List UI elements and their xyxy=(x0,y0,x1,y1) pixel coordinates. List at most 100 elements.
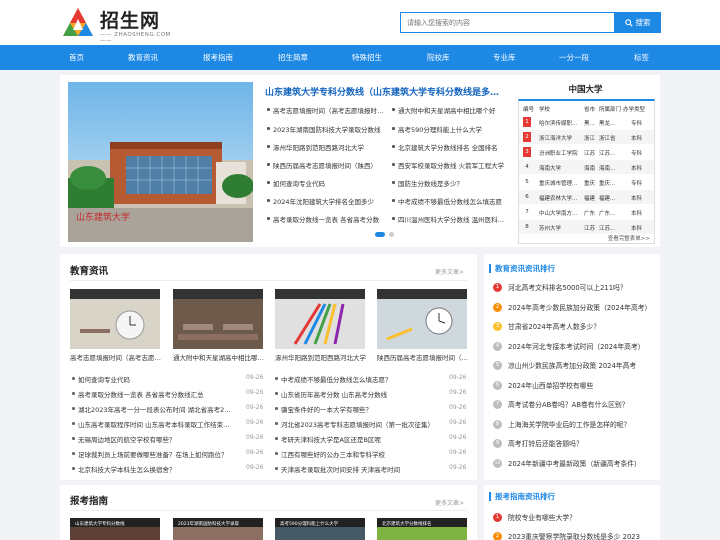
rank-item[interactable]: 高考打铃后还能答题吗？ xyxy=(508,438,666,448)
article-thumbnail[interactable] xyxy=(275,289,365,349)
rank-item[interactable]: 2024年高考少数民族加分政策（2024年高考） xyxy=(508,302,666,312)
hero-image[interactable]: 山东建筑大学 xyxy=(68,82,253,242)
carousel-dot[interactable] xyxy=(389,232,394,237)
news-date: 09-26 xyxy=(449,464,467,471)
rank-badge: 7 xyxy=(525,209,529,215)
col-header: 办学类型 xyxy=(623,107,646,113)
nav-home[interactable]: 首页 xyxy=(69,45,84,70)
article-thumbnail[interactable] xyxy=(173,289,263,349)
clock-pencils-image xyxy=(377,289,467,349)
table-row[interactable]: 8 苏州大学 江苏 江苏... 本科 xyxy=(519,220,654,234)
news-item[interactable]: 天津高考录取批次时间安排 天津高考时间 xyxy=(274,464,444,474)
rank-item[interactable]: 甘肃省2024年高考人数多少？ xyxy=(508,321,666,331)
article-thumbnail[interactable] xyxy=(70,289,160,349)
table-row[interactable]: 4 海南大学 海南 海南... 本科 xyxy=(519,160,654,174)
hero-link[interactable]: 通大附中和天星湖高中相比哪个好 xyxy=(391,105,509,115)
thumbnail-caption[interactable]: 陕西历届高考志愿填报时间（陕西） xyxy=(377,352,469,362)
hero-link[interactable]: 2023年湖南国防科技大学录取分数线 xyxy=(266,124,384,134)
edu-more-link[interactable]: 更多文章> xyxy=(435,267,464,276)
nav-score-table[interactable]: 一分一段 xyxy=(559,45,589,70)
rank-item[interactable]: 2024年河北专接本考试时间（2024年高考） xyxy=(508,341,666,351)
hero-link[interactable]: 北京建筑大学分数线排名 全国排名 xyxy=(391,142,509,152)
rank-item[interactable]: 河北高考文科排名5000可以上211吗？ xyxy=(508,282,666,292)
rank-badge: 9 xyxy=(493,439,502,448)
rank-item[interactable]: 2024年山西单招学校有哪些 xyxy=(508,380,666,390)
news-item[interactable]: 河北省2023高考专科志愿填报时间（第一批次征集） xyxy=(274,419,444,429)
hero-headline[interactable]: 山东建筑大学专科分数线（山东建筑大学专科分数线是多少） xyxy=(265,85,505,98)
article-thumbnail[interactable]: 高考590分理科能上什么大学 xyxy=(275,518,365,540)
hero-link[interactable]: 高考录取分数线一览表 各省高考分数 xyxy=(266,214,384,224)
guide-more-link[interactable]: 更多文章> xyxy=(435,498,464,507)
table-row[interactable]: 2 浙江海洋大学 浙江 浙江省 本科 xyxy=(519,130,654,144)
hero-link[interactable]: 如何查询专业代码 xyxy=(266,178,384,188)
hero-link[interactable]: 高考590分理科能上什么大学 xyxy=(391,124,509,134)
rank-item[interactable]: 上海海关学院毕业后的工作是怎样的呢？ xyxy=(508,419,666,429)
edu-news-panel xyxy=(60,254,477,480)
thumb-label: 北京建筑大学分数线排名 xyxy=(382,520,432,527)
table-row[interactable]: 7 中山大学南方... 广东 广东... 本科 xyxy=(519,205,654,219)
news-item[interactable]: 山东省历年高考分数 山东高考分数线 xyxy=(274,389,444,399)
hero-link[interactable]: 四川温州医科大学分数线 温州医科大学 xyxy=(391,214,509,224)
col-header: 编号 xyxy=(523,107,535,113)
search-button[interactable]: 搜索 xyxy=(614,12,661,33)
article-thumbnail[interactable]: 2023年湖南国防科技大学录取 xyxy=(173,518,263,540)
thumbnail-caption[interactable]: 通大附中和天星湖高中相比哪个好 xyxy=(173,352,265,362)
carousel-dot-active[interactable] xyxy=(375,232,385,237)
news-item[interactable]: 足球裁判员上场前要做哪些准备？在场上如何跑位？ xyxy=(71,449,231,459)
classroom-image xyxy=(173,289,263,349)
thumbnail-caption[interactable]: 涿州华阳路到范阳西路河北大学 xyxy=(275,352,367,362)
hero-link[interactable]: 高考志愿填报时间（高考志愿填报时间） xyxy=(266,105,384,115)
nav-majors[interactable]: 专业库 xyxy=(493,45,516,70)
univ-name: 重庆城市管理... xyxy=(539,181,578,187)
univ-dept: 黑龙... xyxy=(599,121,616,127)
nav-admission[interactable]: 招生简章 xyxy=(278,45,308,70)
rank-item[interactable]: 2023重庆警察学院录取分数线是多少 2023 xyxy=(508,531,666,540)
nav-tags[interactable]: 标签 xyxy=(634,45,649,70)
table-row[interactable]: 6 福建农林大学... 福建 福建... 本科 xyxy=(519,190,654,204)
article-thumbnail[interactable]: 山东建筑大学专科分数线 xyxy=(70,518,160,540)
news-date: 09-26 xyxy=(246,434,264,441)
table-row[interactable]: 1 哈尔滨传媒职... 黑... 黑龙... 专科 xyxy=(519,115,654,129)
news-date: 09-26 xyxy=(449,419,467,426)
news-item[interactable]: 北京科技大学本科生怎么换宿舍？ xyxy=(71,464,231,474)
news-item[interactable]: 如何查询专业代码 xyxy=(71,374,231,384)
nav-guide[interactable]: 报考指南 xyxy=(203,45,233,70)
hero-link[interactable]: 国防生分数线是多少？ xyxy=(391,178,509,188)
news-item[interactable]: 中考成绩不够最低分数线怎么填志愿？ xyxy=(274,374,444,384)
nav-colleges[interactable]: 院校库 xyxy=(427,45,450,70)
news-date: 09-26 xyxy=(246,419,264,426)
site-logo[interactable]: 招生网 —— ZHAOSHENG.COM —— xyxy=(60,5,175,44)
hero-link[interactable]: 2024年沈阳建筑大学排名全国多少 xyxy=(266,196,384,206)
view-full-table-link[interactable]: 查看完整表单>> xyxy=(608,234,650,242)
news-item[interactable]: 无锡周边地区的航空学校有哪些？ xyxy=(71,434,231,444)
nav-edu-news[interactable]: 教育资讯 xyxy=(128,45,158,70)
news-date: 09-26 xyxy=(449,404,467,411)
hero-link[interactable]: 中考成绩不够最低分数线怎么填志愿 xyxy=(391,196,509,206)
hero-link[interactable]: 涿州华阳路到范阳西路河北大学 xyxy=(266,142,384,152)
news-item[interactable]: 江西有哪些好的公办三本和专科学校 xyxy=(274,449,444,459)
search-input[interactable] xyxy=(400,12,615,33)
article-thumbnail[interactable]: 北京建筑大学分数线排名 xyxy=(377,518,467,540)
divider xyxy=(70,510,467,511)
rank-item[interactable]: 2024年新疆中考最新政策（新疆高考条件） xyxy=(508,458,666,468)
news-item[interactable]: 湖北2023年高考一分一段表公布时间 湖北省高考2023 xyxy=(71,404,231,414)
rank-item[interactable]: 院校专业有哪些大学？ xyxy=(508,512,666,522)
news-item[interactable]: 骥宝条件好的一本大学有哪些？ xyxy=(274,404,444,414)
rank-item[interactable]: 凉山州少数民族高考加分政策 2024年高考 xyxy=(508,360,666,370)
table-row[interactable]: 3 汾洲职业工学院 江苏 江苏... 专科 xyxy=(519,145,654,159)
news-date: 09-26 xyxy=(449,434,467,441)
hero-link[interactable]: 陕西历届高考志愿填报时间（陕西） xyxy=(266,160,384,170)
divider xyxy=(70,280,467,281)
thumbnail-caption[interactable]: 高考志愿填报时间（高考志愿填报时间） xyxy=(70,352,162,362)
rank-item[interactable]: 高考试卷分AB卷吗？AB卷有什么区别？ xyxy=(508,399,666,409)
guide-thumbnail-image: 北京建筑大学分数线排名 xyxy=(377,518,467,540)
news-date: 09-26 xyxy=(449,374,467,381)
hero-link[interactable]: 西安军校录取分数线 火箭军工程大学 xyxy=(391,160,509,170)
news-item[interactable]: 高考录取分数线一览表 各省高考分数线汇总 xyxy=(71,389,231,399)
news-item[interactable]: 考研天津科技大学是A区还是B区呢 xyxy=(274,434,444,444)
nav-special[interactable]: 特殊招生 xyxy=(352,45,382,70)
article-thumbnail[interactable] xyxy=(377,289,467,349)
table-row[interactable]: 5 重庆城市管理... 重庆 重庆... 专科 xyxy=(519,175,654,189)
rank-badge: 2 xyxy=(523,132,531,142)
news-item[interactable]: 山东高考录取程序时间 山东高考本科录取工作结束时间 xyxy=(71,419,231,429)
